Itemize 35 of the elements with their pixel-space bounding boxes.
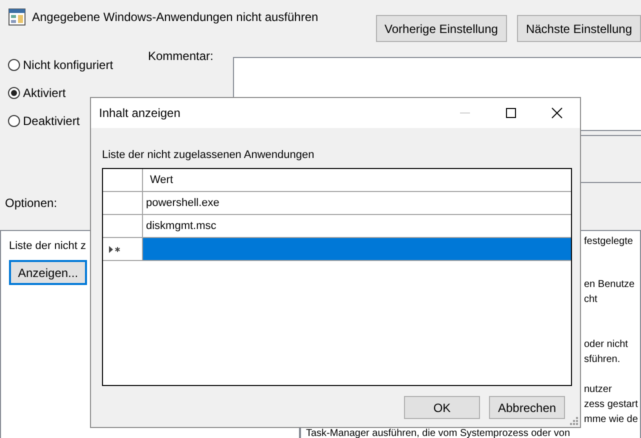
help-text: zess gestart: [584, 398, 638, 412]
radio-label: Aktiviert: [23, 86, 66, 100]
resize-grip-icon: [569, 416, 578, 425]
next-setting-button[interactable]: Nächste Einstellung: [516, 15, 641, 42]
help-text: oder nicht: [584, 338, 628, 352]
options-text: Liste der nicht z: [9, 240, 86, 252]
dialog-title: Inhalt anzeigen: [99, 106, 180, 120]
radio-button[interactable]: [8, 115, 20, 127]
table-cell[interactable]: [143, 238, 571, 260]
new-row-icon: [109, 246, 121, 252]
help-text: mme wie de: [584, 413, 638, 427]
help-text: cht: [584, 293, 598, 307]
close-icon[interactable]: [551, 107, 563, 119]
comment-label: Kommentar:: [148, 48, 214, 63]
show-button[interactable]: Anzeigen...: [9, 260, 88, 285]
radio-label: Nicht konfiguriert: [23, 58, 114, 72]
options-label: Optionen:: [5, 196, 58, 212]
policy-title: Angegebene Windows-Anwendungen nicht ausführen: [32, 9, 318, 26]
table-cell[interactable]: diskmgmt.msc: [143, 215, 571, 237]
cancel-button[interactable]: Abbrechen: [489, 396, 565, 419]
policy-icon: [8, 8, 26, 26]
help-text: nutzer: [584, 383, 612, 397]
help-text: sführen.: [584, 353, 620, 367]
radio-label: Deaktiviert: [23, 114, 80, 128]
help-text: Task-Manager ausführen, die vom Systemprozess oder von: [306, 428, 570, 438]
help-text: festgelegte: [584, 235, 633, 249]
previous-setting-button[interactable]: Vorherige Einstellung: [376, 15, 507, 42]
radio-button[interactable]: [8, 59, 20, 71]
help-text: en Benutze: [584, 278, 635, 292]
ok-button[interactable]: OK: [404, 396, 480, 419]
column-header[interactable]: Wert: [143, 169, 571, 191]
maximize-icon[interactable]: [505, 107, 517, 119]
list-label: Liste der nicht zugelassenen Anwendungen: [102, 149, 316, 163]
table-cell[interactable]: powershell.exe: [143, 192, 571, 214]
radio-button[interactable]: [8, 87, 20, 99]
